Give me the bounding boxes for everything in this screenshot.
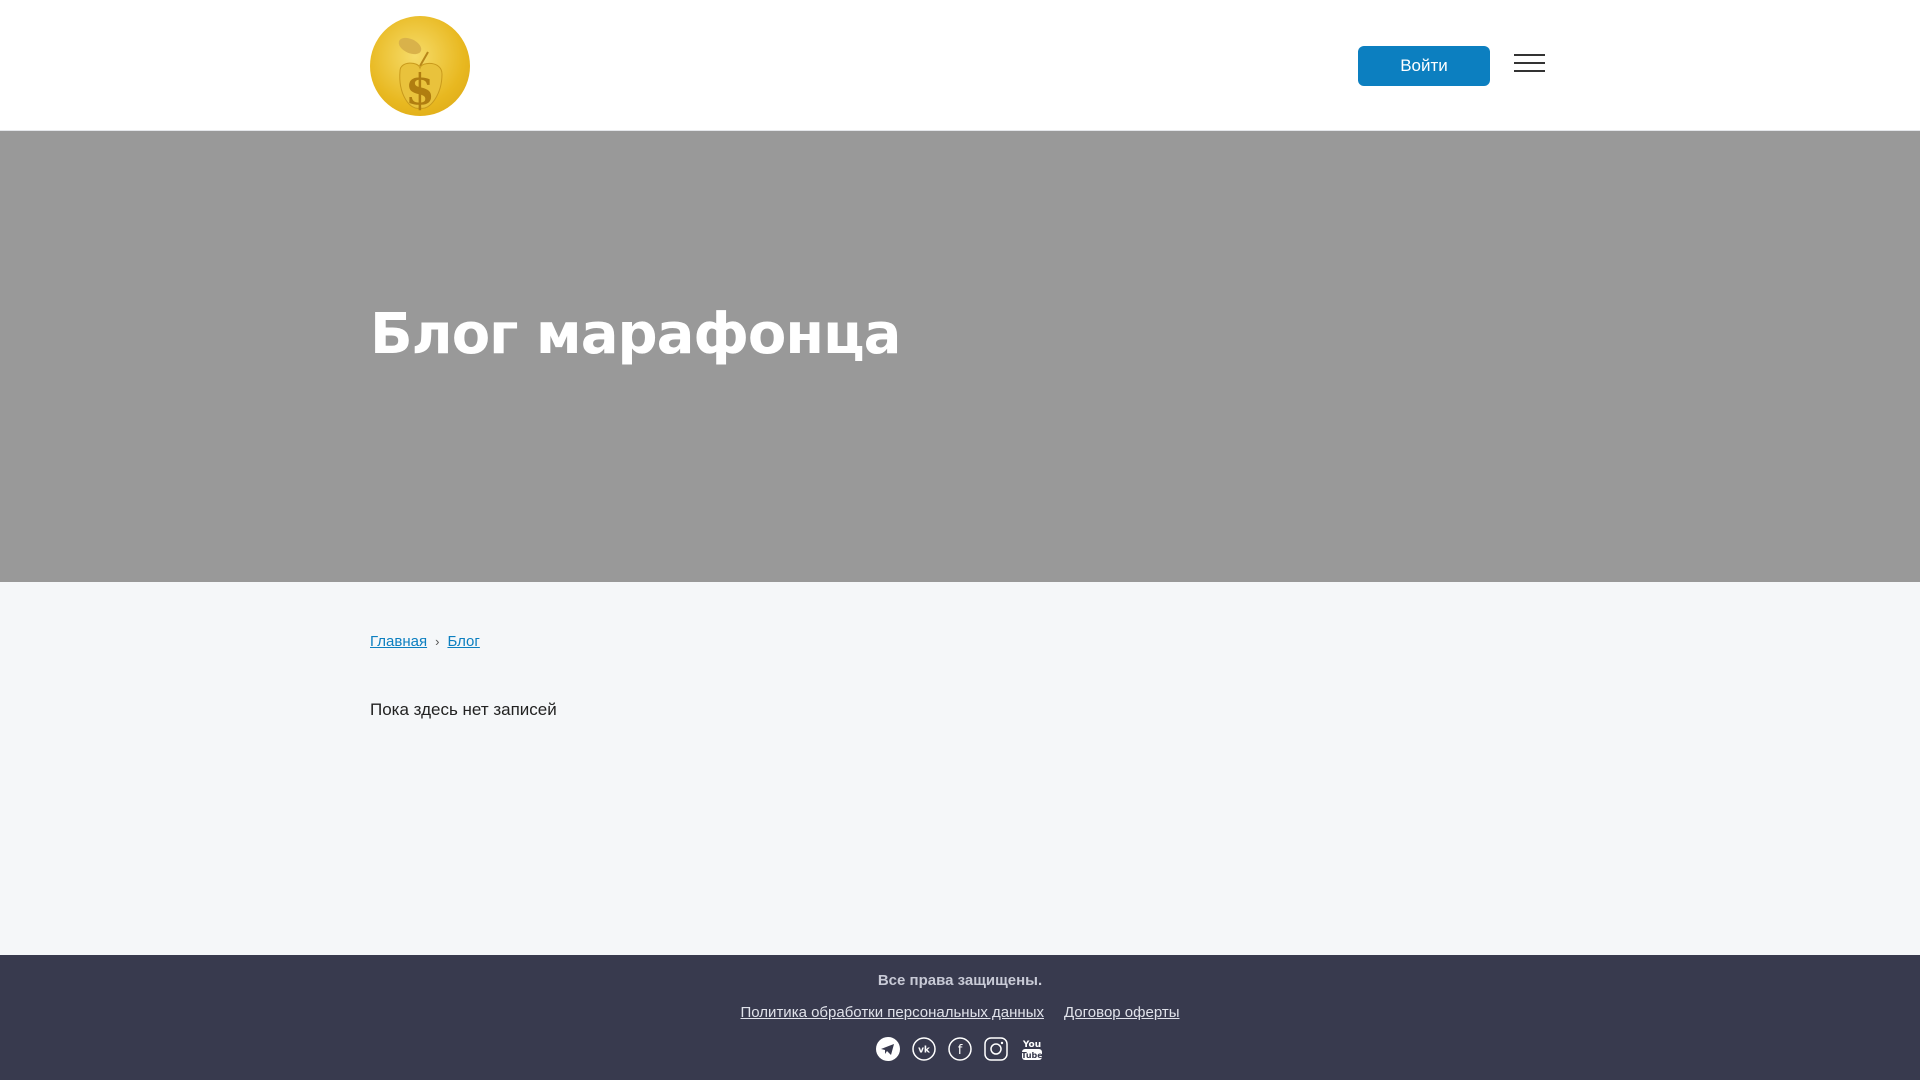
- page-title: Блог марафонца: [370, 302, 901, 367]
- youtube-icon[interactable]: You Tube: [1020, 1037, 1044, 1061]
- svg-text:Tube: Tube: [1021, 1051, 1043, 1060]
- vk-icon[interactable]: vk: [912, 1037, 936, 1061]
- chevron-right-icon: ›: [435, 634, 440, 649]
- breadcrumb: Главная › Блог: [370, 633, 480, 650]
- breadcrumb-home[interactable]: Главная: [370, 633, 427, 650]
- offer-agreement-link[interactable]: Договор оферты: [1064, 1004, 1180, 1021]
- privacy-policy-link[interactable]: Политика обработки персональных данных: [741, 1004, 1044, 1021]
- instagram-icon[interactable]: [984, 1037, 1008, 1061]
- menu-hamburger-icon[interactable]: [1514, 54, 1545, 74]
- hero-banner: Блог марафонца: [0, 131, 1920, 582]
- empty-state-text: Пока здесь нет записей: [370, 700, 557, 719]
- telegram-icon[interactable]: [876, 1037, 900, 1061]
- site-footer: Все права защищены. Политика обработки п…: [0, 955, 1920, 1080]
- copyright: Все права защищены.: [877, 972, 1043, 989]
- svg-text:$: $: [405, 65, 434, 114]
- logo[interactable]: $: [370, 16, 470, 116]
- svg-text:f: f: [958, 1043, 963, 1058]
- svg-text:You: You: [1022, 1040, 1041, 1050]
- site-header: $ Войти: [0, 0, 1920, 131]
- facebook-icon[interactable]: f: [948, 1037, 972, 1061]
- golden-apple-dollar-icon: $: [398, 37, 443, 114]
- login-button[interactable]: Войти: [1358, 46, 1490, 86]
- breadcrumb-blog[interactable]: Блог: [447, 633, 479, 650]
- svg-text:vk: vk: [918, 1046, 931, 1056]
